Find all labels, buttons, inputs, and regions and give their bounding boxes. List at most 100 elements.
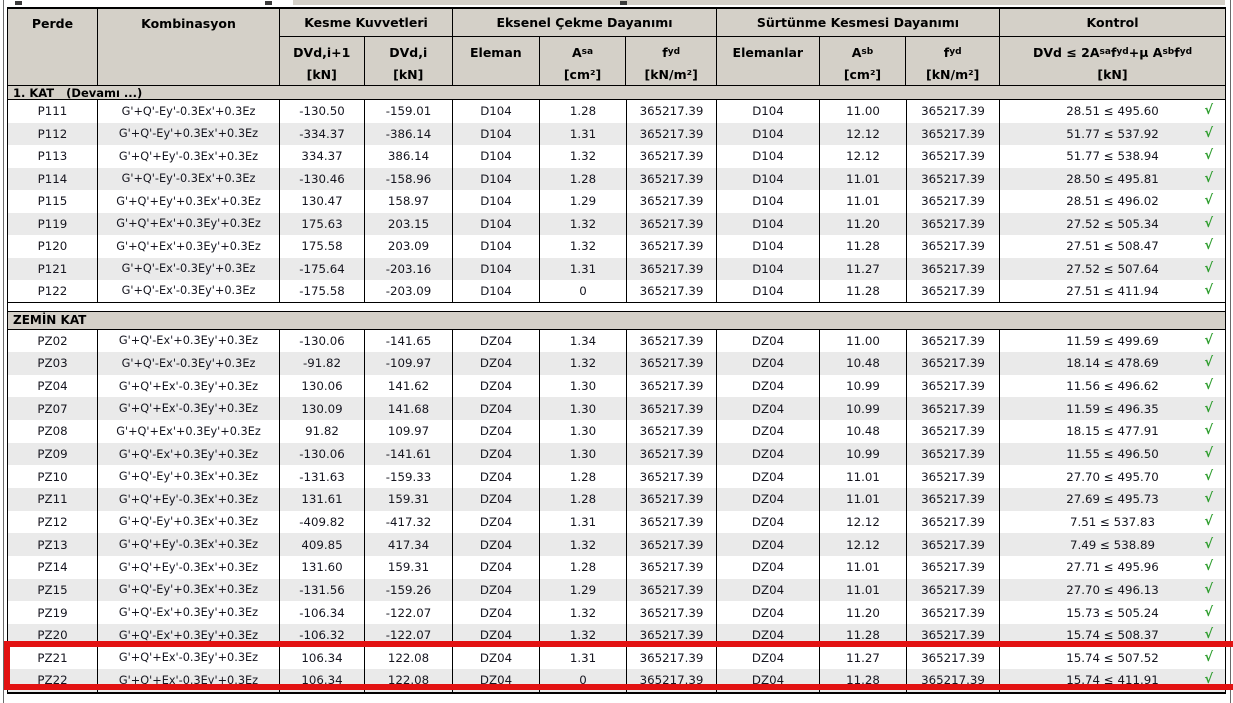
cell-kontrol: 27.51 ≤ 508.47 √ <box>1000 235 1225 258</box>
cell-kombinasyon: G'+Q'+Ex'-0.3Ey'+0.3Ez <box>98 374 280 398</box>
cell-asb: 10.99 <box>820 374 907 398</box>
cell-kombinasyon: G'+Q'+Ey'-0.3Ex'+0.3Ez <box>98 487 280 511</box>
cell-asa: 1.34 <box>540 329 627 353</box>
table-row-PZ11[interactable]: PZ11 G'+Q'+Ey'-0.3Ex'+0.3Ez 131.61 159.31 DZ… <box>8 487 1225 511</box>
cell-dvd-i1: 131.61 <box>280 487 365 511</box>
cell-fyd-b: 365217.39 <box>907 601 1000 624</box>
kontrol-value: 51.77 ≤ 537.92 <box>1066 126 1159 141</box>
cell-dvd-i: 158.97 <box>365 190 453 213</box>
table-row-PZ02[interactable]: PZ02 G'+Q'-Ex'+0.3Ey'+0.3Ez -130.06 -141.65… <box>8 329 1225 353</box>
cell-eleman: DZ04 <box>453 578 540 602</box>
table-row-P115[interactable]: P115 G'+Q'+Ey'+0.3Ex'+0.3Ez 130.47 158.97 D1… <box>8 190 1225 213</box>
cell-fyd-a: 365217.39 <box>627 280 717 302</box>
cell-dvd-i1: -106.34 <box>280 601 365 624</box>
table-row-P119[interactable]: P119 G'+Q'+Ex'+0.3Ey'+0.3Ez 175.63 203.15 D1… <box>8 212 1225 235</box>
table-row-P120[interactable]: P120 G'+Q'+Ex'+0.3Ey'+0.3Ez 175.58 203.09 D1… <box>8 235 1225 258</box>
kontrol-value: 7.49 ≤ 538.89 <box>1070 537 1155 552</box>
cell-dvd-i: -159.01 <box>365 100 453 123</box>
table-row-P112[interactable]: P112 G'+Q'-Ey'+0.3Ex'+0.3Ez -334.37 -386.14… <box>8 122 1225 145</box>
table-row-PZ13[interactable]: PZ13 G'+Q'+Ey'-0.3Ex'+0.3Ez 409.85 417.34 DZ… <box>8 533 1225 556</box>
cell-elemanlar: DZ04 <box>717 510 820 534</box>
kontrol-value: 11.55 ≤ 496.50 <box>1066 447 1159 462</box>
table-row-P121[interactable]: P121 G'+Q'-Ex'-0.3Ey'+0.3Ez -175.64 -203.16… <box>8 257 1225 280</box>
cell-fyd-a: 365217.39 <box>627 257 717 280</box>
cell-elemanlar: DZ04 <box>717 442 820 466</box>
cell-dvd-i1: 130.47 <box>280 190 365 213</box>
cell-eleman: DZ04 <box>453 487 540 511</box>
check-icon: √ <box>1204 513 1213 529</box>
cell-fyd-b: 365217.39 <box>907 465 1000 488</box>
cell-dvd-i: 417.34 <box>365 533 453 556</box>
table-row-PZ19[interactable]: PZ19 G'+Q'-Ex'+0.3Ey'+0.3Ez -106.34 -122.07… <box>8 601 1225 624</box>
cell-fyd-a: 365217.39 <box>627 145 717 168</box>
check-icon: √ <box>1204 468 1213 484</box>
cell-fyd-b: 365217.39 <box>907 487 1000 511</box>
table-row-PZ15[interactable]: PZ15 G'+Q'-Ey'+0.3Ex'+0.3Ez -131.56 -159.26… <box>8 578 1225 602</box>
cell-dvd-i1: 91.82 <box>280 420 365 443</box>
table-row-PZ14[interactable]: PZ14 G'+Q'+Ey'-0.3Ex'+0.3Ez 131.60 159.31 DZ… <box>8 555 1225 579</box>
cell-dvd-i: -141.61 <box>365 442 453 466</box>
cell-elemanlar: D104 <box>717 280 820 302</box>
cell-asa: 1.30 <box>540 374 627 398</box>
cell-perde: PZ15 <box>8 578 98 602</box>
cell-fyd-b: 365217.39 <box>907 555 1000 579</box>
cell-fyd-a: 365217.39 <box>627 578 717 602</box>
cell-asa: 1.28 <box>540 465 627 488</box>
table-row-P113[interactable]: P113 G'+Q'+Ey'-0.3Ex'+0.3Ez 334.37 386.14 D1… <box>8 145 1225 168</box>
cell-kontrol: 11.59 ≤ 499.69 √ <box>1000 330 1225 353</box>
cell-eleman: DZ04 <box>453 397 540 421</box>
table-row-PZ09[interactable]: PZ09 G'+Q'-Ex'+0.3Ey'+0.3Ez -130.06 -141.61… <box>8 442 1225 466</box>
kontrol-value: 11.56 ≤ 496.62 <box>1066 379 1159 394</box>
table-row-PZ12[interactable]: PZ12 G'+Q'-Ey'+0.3Ex'+0.3Ez -409.82 -417.32… <box>8 510 1225 534</box>
cell-perde: PZ11 <box>8 487 98 511</box>
cell-kombinasyon: G'+Q'+Ey'-0.3Ex'+0.3Ez <box>98 533 280 556</box>
cell-asb: 11.28 <box>820 280 907 302</box>
cell-kontrol: 15.73 ≤ 505.24 √ <box>1000 601 1225 624</box>
column-group-kontrol-label: Kontrol <box>1000 9 1225 37</box>
cell-dvd-i: 203.09 <box>365 235 453 258</box>
cell-elemanlar: D104 <box>717 145 820 168</box>
table-row-PZ10[interactable]: PZ10 G'+Q'-Ey'+0.3Ex'+0.3Ez -131.63 -159.33… <box>8 465 1225 488</box>
column-group-surtunme-kesmesi: Sürtünme Kesmesi Dayanımı Elemanlar Asb [c… <box>717 9 1000 85</box>
kontrol-value: 27.70 ≤ 495.70 <box>1066 469 1159 484</box>
cell-asa: 1.28 <box>540 487 627 511</box>
cell-asb: 12.12 <box>820 122 907 145</box>
cell-asa: 1.28 <box>540 555 627 579</box>
table-row-P114[interactable]: P114 G'+Q'-Ey'-0.3Ex'+0.3Ez -130.46 -158.96… <box>8 167 1225 190</box>
cell-kontrol: 11.55 ≤ 496.50 √ <box>1000 443 1225 466</box>
cell-fyd-a: 365217.39 <box>627 442 717 466</box>
table-row-PZ08[interactable]: PZ08 G'+Q'+Ex'+0.3Ey'+0.3Ez 91.82 109.97 DZ0… <box>8 420 1225 443</box>
clipped-text-fragment <box>620 1 627 5</box>
kontrol-value: 27.52 ≤ 505.34 <box>1066 216 1159 231</box>
cell-asa: 1.29 <box>540 578 627 602</box>
cell-fyd-b: 365217.39 <box>907 420 1000 443</box>
cell-asb: 11.01 <box>820 487 907 511</box>
kontrol-value: 27.70 ≤ 496.13 <box>1066 582 1159 597</box>
cell-kontrol: 18.15 ≤ 477.91 √ <box>1000 420 1225 443</box>
cell-kontrol: 27.71 ≤ 495.96 √ <box>1000 556 1225 579</box>
cell-asb: 10.99 <box>820 442 907 466</box>
cell-dvd-i: -141.65 <box>365 329 453 353</box>
cell-asa: 1.31 <box>540 122 627 145</box>
cell-dvd-i1: 409.85 <box>280 533 365 556</box>
cell-kontrol: 27.70 ≤ 495.70 √ <box>1000 465 1225 488</box>
cell-fyd-b: 365217.39 <box>907 533 1000 556</box>
table-row-PZ07[interactable]: PZ07 G'+Q'+Ex'-0.3Ey'+0.3Ez 130.09 141.68 DZ… <box>8 397 1225 421</box>
table-row-P122[interactable]: P122 G'+Q'-Ex'-0.3Ey'+0.3Ez -175.58 -203.09… <box>8 280 1225 303</box>
table-row-PZ03[interactable]: PZ03 G'+Q'-Ex'-0.3Ey'+0.3Ez -91.82 -109.97 D… <box>8 352 1225 375</box>
cell-fyd-a: 365217.39 <box>627 122 717 145</box>
cell-dvd-i: 159.31 <box>365 555 453 579</box>
table-row-PZ04[interactable]: PZ04 G'+Q'+Ex'-0.3Ey'+0.3Ez 130.06 141.62 DZ… <box>8 374 1225 398</box>
cell-kombinasyon: G'+Q'+Ey'+0.3Ex'+0.3Ez <box>98 190 280 213</box>
table-row-P111[interactable]: P111 G'+Q'-Ey'-0.3Ex'+0.3Ez -130.50 -159.01… <box>8 100 1225 123</box>
table-header: Perde Kombinasyon Kesme Kuvvetleri DVd,i… <box>8 9 1225 86</box>
cell-kombinasyon: G'+Q'-Ex'-0.3Ey'+0.3Ez <box>98 280 280 302</box>
cell-asb: 11.01 <box>820 578 907 602</box>
cell-kombinasyon: G'+Q'-Ey'-0.3Ex'+0.3Ez <box>98 167 280 190</box>
cell-fyd-a: 365217.39 <box>627 190 717 213</box>
cell-asa: 1.32 <box>540 212 627 235</box>
cell-asb: 11.00 <box>820 329 907 353</box>
cell-elemanlar: DZ04 <box>717 374 820 398</box>
cell-asa: 1.29 <box>540 190 627 213</box>
highlight-box <box>4 641 1233 690</box>
